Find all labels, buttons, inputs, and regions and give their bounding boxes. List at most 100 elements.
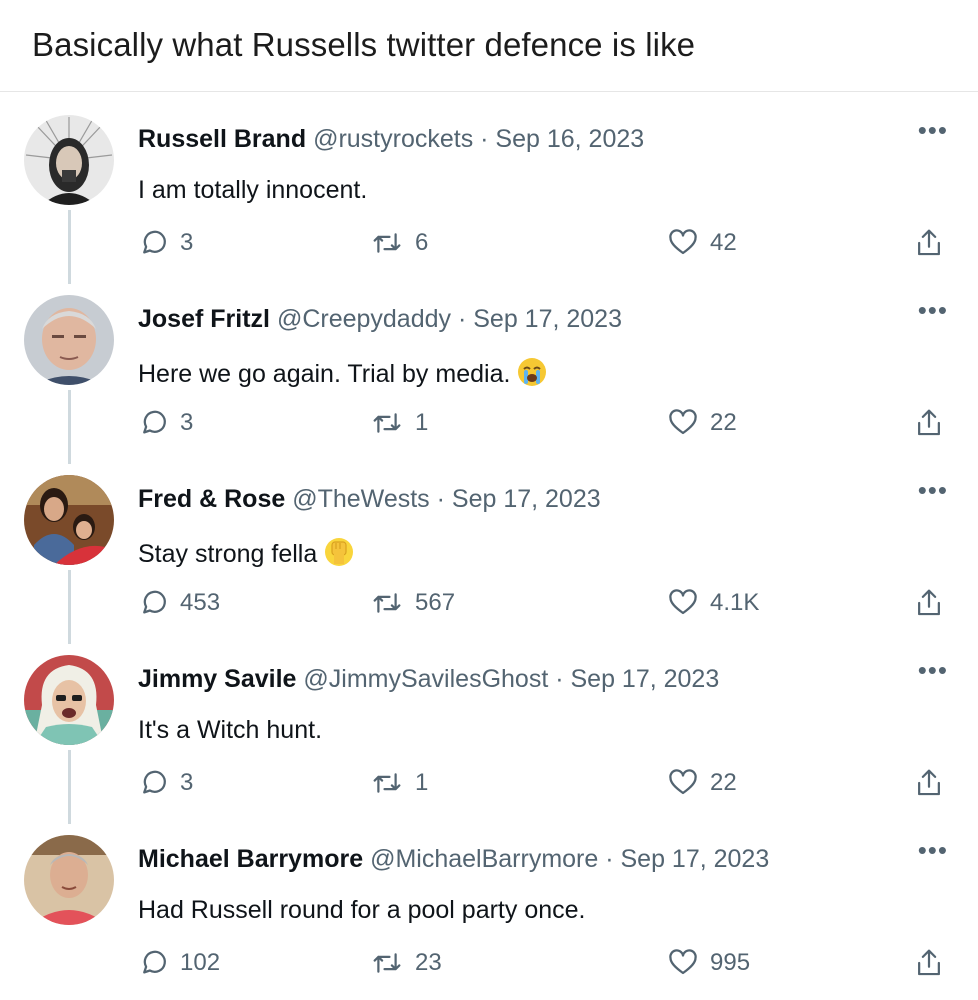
like-button[interactable]: 42 xyxy=(668,226,737,260)
share-icon xyxy=(918,949,940,976)
tweet[interactable]: Michael Barrymore @MichaelBarrymore · Se… xyxy=(0,813,978,993)
retweet-button[interactable]: 23 xyxy=(371,946,442,980)
share-button[interactable] xyxy=(914,226,944,260)
like-count: 22 xyxy=(710,769,737,796)
share-button[interactable] xyxy=(914,586,944,620)
tweet-actions: 102 23 995 xyxy=(138,946,953,980)
retweet-count: 1 xyxy=(415,769,429,796)
raised-fist-emoji xyxy=(323,536,355,575)
tweet[interactable]: Fred & Rose @TheWests · Sep 17, 2023 •••… xyxy=(0,453,978,633)
tweet-actions: 3 1 22 xyxy=(138,766,953,800)
user-handle[interactable]: @Creepydaddy xyxy=(277,305,451,333)
tweet-text-content: Here we go again. Trial by media. xyxy=(138,360,511,389)
like-count: 4.1K xyxy=(710,589,760,616)
share-button[interactable] xyxy=(914,946,944,980)
reply-button[interactable]: 102 xyxy=(138,946,220,980)
heart-icon xyxy=(669,589,697,615)
user-handle[interactable]: @MichaelBarrymore xyxy=(370,845,598,873)
retweet-button[interactable]: 1 xyxy=(371,766,428,800)
crying-face-emoji xyxy=(516,356,548,395)
tweet-date[interactable]: Sep 17, 2023 xyxy=(570,665,719,693)
reply-button[interactable]: 3 xyxy=(138,226,193,260)
more-icon[interactable]: ••• xyxy=(918,835,948,866)
reply-icon xyxy=(143,590,166,614)
reply-button[interactable]: 453 xyxy=(138,586,220,620)
reply-count: 3 xyxy=(180,769,194,796)
tweet-actions: 3 6 42 xyxy=(138,226,953,260)
tweet-date[interactable]: Sep 17, 2023 xyxy=(621,845,770,873)
tweet-text-content: It's a Witch hunt. xyxy=(138,716,323,744)
reply-count: 3 xyxy=(180,229,194,256)
tweet-date[interactable]: Sep 17, 2023 xyxy=(452,485,601,513)
retweet-button[interactable]: 567 xyxy=(371,586,455,620)
separator: · xyxy=(429,485,452,513)
avatar[interactable] xyxy=(24,835,114,925)
retweet-icon xyxy=(373,953,401,973)
heart-icon xyxy=(669,769,697,795)
retweet-count: 567 xyxy=(415,589,456,616)
tweet-text-content: I am totally innocent. xyxy=(138,176,368,204)
more-icon[interactable]: ••• xyxy=(918,475,948,506)
more-icon[interactable]: ••• xyxy=(918,115,948,146)
retweet-icon xyxy=(373,593,401,613)
display-name[interactable]: Michael Barrymore xyxy=(138,845,363,873)
share-button[interactable] xyxy=(914,406,944,440)
avatar[interactable] xyxy=(24,295,114,385)
tweet[interactable]: Jimmy Savile @JimmySavilesGhost · Sep 17… xyxy=(0,633,978,813)
avatar[interactable] xyxy=(24,115,114,205)
like-button[interactable]: 995 xyxy=(668,946,750,980)
user-handle[interactable]: @JimmySavilesGhost xyxy=(303,665,548,693)
heart-icon xyxy=(669,229,697,255)
reply-button[interactable]: 3 xyxy=(138,406,193,440)
tweet-header: Russell Brand @rustyrockets · Sep 16, 20… xyxy=(138,125,644,154)
reply-count: 453 xyxy=(180,589,221,616)
more-icon[interactable]: ••• xyxy=(918,655,948,686)
reply-icon xyxy=(143,230,166,254)
user-handle[interactable]: @rustyrockets xyxy=(313,125,473,153)
separator: · xyxy=(548,665,571,693)
like-count: 995 xyxy=(710,949,751,976)
like-count: 22 xyxy=(710,409,737,436)
share-icon xyxy=(918,409,940,436)
avatar[interactable] xyxy=(24,655,114,745)
tweet-text: Stay strong fella xyxy=(138,536,355,575)
reply-count: 3 xyxy=(180,409,194,436)
like-count: 42 xyxy=(710,229,737,256)
like-button[interactable]: 22 xyxy=(668,766,737,800)
title-divider xyxy=(0,91,978,92)
reply-button[interactable]: 3 xyxy=(138,766,193,800)
tweet-date[interactable]: Sep 16, 2023 xyxy=(495,125,644,153)
tweet[interactable]: Josef Fritzl @Creepydaddy · Sep 17, 2023… xyxy=(0,273,978,453)
tweet-text-content: Had Russell round for a pool party once. xyxy=(138,896,586,924)
heart-icon xyxy=(669,949,697,975)
share-icon xyxy=(918,589,940,616)
tweet-date[interactable]: Sep 17, 2023 xyxy=(473,305,622,333)
retweet-icon xyxy=(373,773,401,793)
reply-icon xyxy=(143,770,166,794)
avatar[interactable] xyxy=(24,475,114,565)
reply-icon xyxy=(143,410,166,434)
tweet-text-content: Stay strong fella xyxy=(138,540,318,569)
retweet-button[interactable]: 1 xyxy=(371,406,428,440)
tweet-header: Josef Fritzl @Creepydaddy · Sep 17, 2023 xyxy=(138,305,622,334)
tweet-text: It's a Witch hunt. xyxy=(138,716,322,745)
tweet-header: Michael Barrymore @MichaelBarrymore · Se… xyxy=(138,845,769,874)
separator: · xyxy=(598,845,621,873)
display-name[interactable]: Russell Brand xyxy=(138,125,306,153)
display-name[interactable]: Josef Fritzl xyxy=(138,305,270,333)
like-button[interactable]: 4.1K xyxy=(668,586,759,620)
share-button[interactable] xyxy=(914,766,944,800)
reply-icon xyxy=(143,950,166,974)
share-icon xyxy=(918,769,940,796)
retweet-button[interactable]: 6 xyxy=(371,226,428,260)
reply-count: 102 xyxy=(180,949,221,976)
more-icon[interactable]: ••• xyxy=(918,295,948,326)
display-name[interactable]: Fred & Rose xyxy=(138,485,285,513)
tweet-header: Jimmy Savile @JimmySavilesGhost · Sep 17… xyxy=(138,665,719,694)
user-handle[interactable]: @TheWests xyxy=(292,485,429,513)
retweet-count: 23 xyxy=(415,949,442,976)
display-name[interactable]: Jimmy Savile xyxy=(138,665,296,693)
like-button[interactable]: 22 xyxy=(668,406,737,440)
tweet[interactable]: Russell Brand @rustyrockets · Sep 16, 20… xyxy=(0,93,978,273)
retweet-count: 1 xyxy=(415,409,429,436)
